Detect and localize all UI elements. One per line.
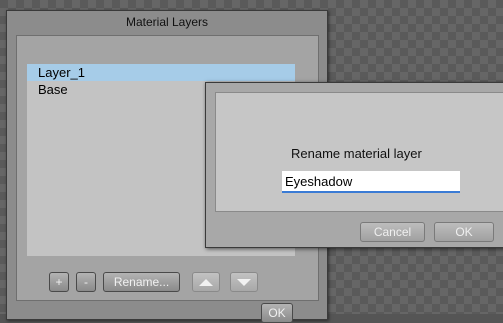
remove-layer-button[interactable]: - (76, 272, 96, 292)
move-down-icon (237, 279, 251, 287)
rename-button[interactable]: Rename... (103, 272, 180, 292)
panel-title: Material Layers (125, 15, 209, 29)
layer-item-layer-1[interactable]: Layer_1 (27, 64, 295, 81)
move-down-button[interactable] (230, 272, 258, 292)
add-layer-button[interactable]: + (49, 272, 69, 292)
move-up-button[interactable] (192, 272, 220, 292)
dialog-body: Rename material layer (215, 92, 503, 212)
panel-ok-button[interactable]: OK (261, 303, 293, 323)
layer-name-input[interactable] (282, 171, 460, 193)
rename-dialog: Rename material layer Cancel OK (205, 82, 503, 248)
cancel-button[interactable]: Cancel (360, 222, 425, 242)
dialog-ok-button[interactable]: OK (434, 222, 494, 242)
move-up-icon (199, 279, 213, 287)
rename-prompt: Rename material layer (291, 146, 422, 161)
